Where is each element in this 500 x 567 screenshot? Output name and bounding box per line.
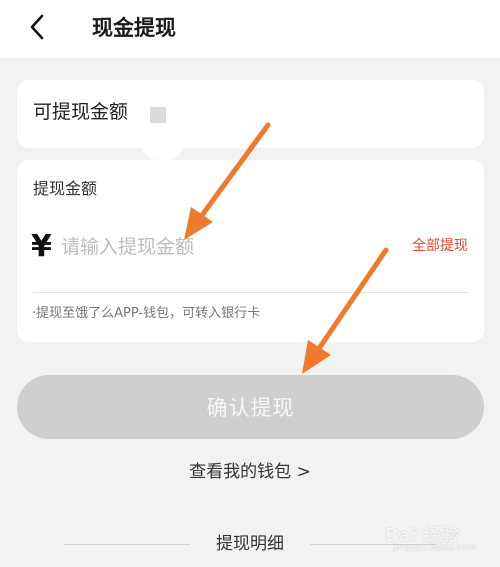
withdraw-amount-input[interactable]: [61, 230, 381, 264]
confirm-withdraw-button[interactable]: 确认提现: [17, 375, 484, 439]
input-divider: [33, 292, 469, 293]
page-title: 现金提现: [92, 16, 176, 40]
baidu-jingyan-watermark: Bai 经验 jingyan.baidu.com: [385, 517, 495, 557]
available-amount-value: [150, 107, 166, 123]
view-wallet-link[interactable]: 查看我的钱包 >: [0, 460, 500, 484]
withdraw-card: 提现金额 ¥ 全部提现 ·提现至饿了么APP-钱包，可转入银行卡: [17, 160, 484, 342]
card-notch: [140, 142, 184, 160]
header-bar: 现金提现: [0, 0, 500, 58]
currency-symbol: ¥: [31, 229, 52, 264]
available-amount-label: 可提现金额: [33, 101, 129, 123]
withdraw-tip: ·提现至饿了么APP-钱包，可转入银行卡: [32, 306, 261, 321]
watermark-subtext: jingyan.baidu.com: [393, 543, 477, 553]
back-button[interactable]: [22, 12, 52, 42]
withdraw-amount-label: 提现金额: [33, 179, 98, 198]
chevron-left-icon: [30, 14, 44, 40]
withdraw-all-button[interactable]: 全部提现: [412, 236, 468, 256]
available-amount-card: 可提现金额: [17, 80, 484, 148]
